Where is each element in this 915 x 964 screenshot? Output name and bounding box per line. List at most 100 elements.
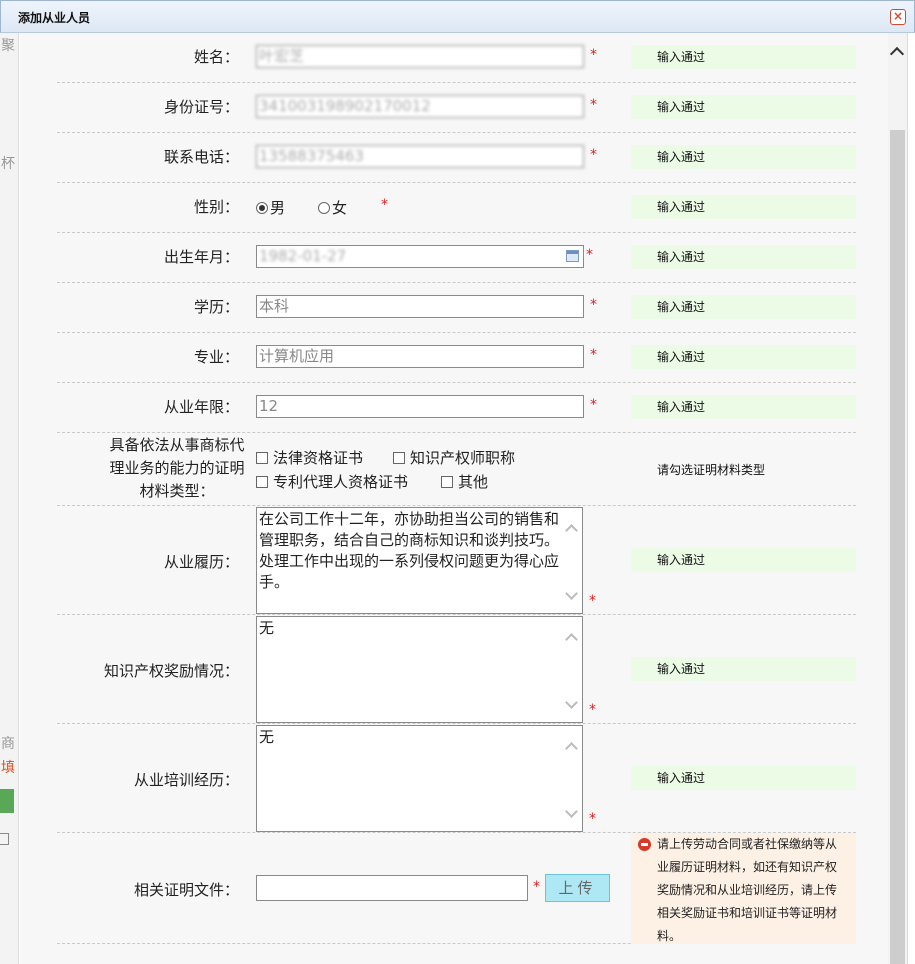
checkbox-label: 其他 (458, 473, 489, 491)
dialog-titlebar: 添加从业人员 × (0, 0, 915, 33)
scrollbar-thumb[interactable] (890, 130, 905, 964)
validation-ok: 输入通过 (631, 45, 856, 69)
form-row-training: 从业培训经历： 无 * 输入通过 (57, 724, 856, 833)
birth-value: 1982-01-27 (259, 247, 347, 265)
form-row-documents: 相关证明文件： * 上传 请上传劳动合同或者社保缴纳等从业履历证明材料，如还有知… (57, 833, 856, 944)
checkbox-label: 法律资格证书 (273, 449, 364, 467)
form-row-id-number: 身份证号： 341003198902170012 * 输入通过 (57, 83, 856, 133)
background-text: 填 (1, 760, 15, 776)
background-checkbox (0, 833, 9, 845)
validation-ok: 输入通过 (631, 195, 856, 219)
validation-ok: 输入通过 (631, 245, 856, 269)
id-number-input[interactable]: 341003198902170012 (256, 95, 584, 118)
validation-ok: 输入通过 (631, 548, 856, 572)
form-row-gender: 性别： 男 女 * 输入通过 (57, 183, 856, 233)
major-label: 专业： (193, 348, 239, 366)
calendar-icon[interactable] (566, 250, 579, 262)
dialog-title: 添加从业人员 (18, 11, 91, 25)
checkbox[interactable] (441, 476, 453, 488)
training-textarea[interactable]: 无 (256, 725, 583, 832)
error-icon (638, 838, 651, 851)
form-row-education: 学历： 本科 * 输入通过 (57, 283, 856, 333)
ip-awards-textarea[interactable]: 无 (256, 616, 583, 723)
required-mark: * (590, 147, 597, 163)
gender-label: 性别： (193, 198, 239, 216)
work-history-value: 在公司工作十二年，亦协助担当公司的销售和管理职务，结合自己的商标知识和谈判技巧。… (259, 510, 560, 591)
form-row-phone: 联系电话： 13588375463 * 输入通过 (57, 133, 856, 183)
scroll-down-icon[interactable] (565, 587, 579, 600)
checkbox-option[interactable]: 其他 (441, 471, 488, 492)
ip-awards-value: 无 (259, 619, 275, 637)
work-history-textarea[interactable]: 在公司工作十二年，亦协助担当公司的销售和管理职务，结合自己的商标知识和谈判技巧。… (256, 507, 583, 614)
validation-ok: 输入通过 (631, 295, 856, 319)
ip-awards-label: 知识产权奖励情况： (103, 662, 239, 680)
checkbox[interactable] (256, 476, 268, 488)
validation-ok: 输入通过 (631, 766, 856, 790)
name-label: 姓名： (193, 48, 239, 66)
checkbox[interactable] (393, 452, 405, 464)
upload-button[interactable]: 上传 (545, 874, 610, 902)
scroll-up-icon[interactable] (565, 523, 579, 537)
scroll-up-icon[interactable] (565, 632, 579, 646)
proof-type-message: 请勾选证明材料类型 (657, 463, 766, 477)
documents-warning-text: 请上传劳动合同或者社保缴纳等从业履历证明材料，如还有知识产权奖励情况和从业培训经… (657, 837, 838, 943)
birth-input[interactable]: 1982-01-27 (256, 245, 584, 268)
scroll-up-icon[interactable] (565, 741, 579, 755)
years-input[interactable]: 12 (256, 395, 584, 418)
id-number-label: 身份证号： (163, 98, 239, 116)
major-input[interactable]: 计算机应用 (256, 345, 584, 368)
checkbox[interactable] (256, 452, 268, 464)
dialog-right-edge (907, 33, 915, 964)
gender-female-option[interactable]: 女 (318, 197, 347, 218)
checkbox-option[interactable]: 法律资格证书 (256, 447, 363, 468)
required-mark: * (590, 47, 597, 63)
form-row-proof-type: 具备依法从事商标代理业务的能力的证明材料类型： 法律资格证书 知识产权师职称 专… (57, 433, 856, 506)
scroll-down-icon[interactable] (565, 696, 579, 709)
name-input[interactable]: 叶宏芝 (256, 45, 584, 68)
gender-female-label: 女 (332, 199, 348, 217)
form-row-birth: 出生年月： 1982-01-27 * 输入通过 (57, 233, 856, 283)
checkbox-label: 知识产权师职称 (410, 449, 516, 467)
checkbox-option[interactable]: 知识产权师职称 (393, 447, 515, 468)
close-icon[interactable]: × (890, 9, 906, 25)
phone-label: 联系电话： (163, 148, 239, 166)
form-row-ip-awards: 知识产权奖励情况： 无 * 输入通过 (57, 615, 856, 724)
background-text: 聚 (1, 38, 15, 54)
radio-male[interactable] (256, 202, 268, 214)
required-mark: * (590, 97, 597, 113)
required-mark: * (590, 397, 597, 413)
scroll-up-arrow-icon[interactable] (889, 46, 905, 62)
background-text: 杯 (1, 156, 15, 172)
required-mark: * (381, 197, 388, 213)
background-text: 商 (1, 736, 15, 752)
required-mark: * (589, 702, 596, 718)
work-history-label: 从业履历： (163, 553, 239, 571)
checkbox-option[interactable]: 专利代理人资格证书 (256, 471, 408, 492)
documents-file-input[interactable] (256, 875, 528, 901)
documents-label: 相关证明文件： (133, 881, 239, 899)
validation-ok: 输入通过 (631, 657, 856, 681)
radio-female[interactable] (318, 202, 330, 214)
background-button (0, 789, 14, 813)
form-area: 姓名： 叶宏芝 * 输入通过 身份证号： 341003198902170012 … (20, 33, 888, 964)
gender-male-option[interactable]: 男 (256, 197, 285, 218)
validation-ok: 输入通过 (631, 145, 856, 169)
form-row-work-history: 从业履历： 在公司工作十二年，亦协助担当公司的销售和管理职务，结合自己的商标知识… (57, 506, 856, 615)
training-label: 从业培训经历： (133, 771, 239, 789)
form-row-name: 姓名： 叶宏芝 * 输入通过 (57, 33, 856, 83)
form-row-years: 从业年限： 12 * 输入通过 (57, 383, 856, 433)
required-mark: * (589, 811, 596, 827)
required-mark: * (590, 297, 597, 313)
years-label: 从业年限： (163, 398, 239, 416)
phone-input[interactable]: 13588375463 (256, 145, 584, 168)
checkbox-label: 专利代理人资格证书 (273, 473, 409, 491)
required-mark: * (590, 347, 597, 363)
vertical-scrollbar[interactable] (888, 33, 907, 964)
required-mark: * (589, 593, 596, 609)
required-mark: * (586, 247, 593, 263)
background-page-strip: 聚 杯 商 填 (0, 33, 19, 964)
education-input[interactable]: 本科 (256, 295, 584, 318)
validation-ok: 输入通过 (631, 95, 856, 119)
scroll-down-icon[interactable] (565, 805, 579, 818)
birth-label: 出生年月： (163, 248, 239, 266)
